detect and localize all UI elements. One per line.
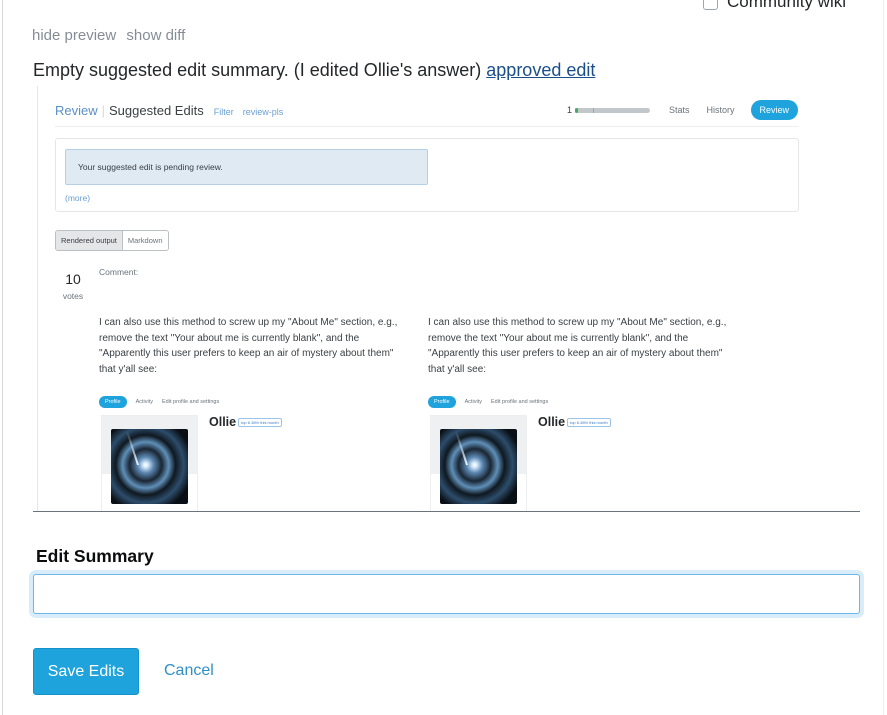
username: Ollie <box>209 415 237 429</box>
summary-text: Empty suggested edit summary. (I edited … <box>33 60 487 80</box>
cancel-link[interactable]: Cancel <box>164 662 214 680</box>
vote-number: 10 <box>65 271 81 287</box>
activity-tab: Activity <box>135 399 154 405</box>
markdown-tab: Markdown <box>122 231 168 250</box>
profile-name: Ollie top 6.38% this month <box>538 415 611 429</box>
screenshot-left-edge <box>37 86 38 512</box>
show-diff-link[interactable]: show diff <box>126 27 185 44</box>
avatar-image <box>440 429 517 504</box>
avatar-image <box>111 429 188 504</box>
answer-body: I can also use this method to screw up m… <box>99 317 398 375</box>
pending-notice: Your suggested edit is pending review. <box>65 149 428 185</box>
username: Ollie <box>538 415 566 429</box>
header-divider <box>55 126 799 127</box>
profile-tab: Profile <box>428 396 456 408</box>
breadcrumb-separator: | <box>101 103 106 118</box>
review-breadcrumb: Review <box>55 103 98 118</box>
community-wiki-checkbox[interactable]: Community wiki <box>703 0 846 12</box>
profile-card: Ollie top 6.38% this month <box>428 415 738 512</box>
vote-label: votes <box>62 291 84 301</box>
left-border <box>2 0 3 715</box>
more-link: (more) <box>65 193 91 203</box>
profile-nav: Profile Activity Edit profile and settin… <box>99 396 409 408</box>
review-toolbar: 1 Stats History Review <box>567 100 799 120</box>
preview-links: hide preview show diff <box>32 27 191 44</box>
edit-summary-label: Edit Summary <box>36 546 154 566</box>
review-progress-bar <box>575 107 651 113</box>
save-edits-button[interactable]: Save Edits <box>33 648 139 695</box>
community-wiki-label: Community wiki <box>727 0 847 11</box>
activity-tab: Activity <box>464 399 483 405</box>
embedded-screenshot: Review | Suggested Edits Filter review-p… <box>37 86 860 512</box>
comment-label: Comment: <box>99 267 139 277</box>
vote-count: 10 votes <box>59 271 87 301</box>
diff-column-before: I can also use this method to screw up m… <box>99 315 409 512</box>
review-progress-fill <box>575 107 579 113</box>
diff-column-after: I can also use this method to screw up m… <box>428 315 738 512</box>
profile-card: Ollie top 6.38% this month <box>99 415 409 512</box>
profile-tab: Profile <box>99 396 127 408</box>
preview-divider <box>33 511 860 512</box>
rank-badge: top 6.38% this month <box>567 417 611 427</box>
hide-preview-link[interactable]: hide preview <box>32 27 116 44</box>
settings-tab: Edit profile and settings <box>491 399 549 405</box>
preview-summary: Empty suggested edit summary. (I edited … <box>33 60 595 81</box>
settings-tab: Edit profile and settings <box>162 399 220 405</box>
review-header: Review | Suggested Edits Filter review-p… <box>55 103 283 118</box>
checkbox-icon[interactable] <box>703 0 718 10</box>
review-count: 1 <box>567 105 573 115</box>
right-border <box>883 0 884 715</box>
progress-marker <box>593 107 595 113</box>
filter-link: Filter <box>213 107 234 117</box>
approved-edit-link[interactable]: approved edit <box>486 60 595 80</box>
history-tab: History <box>706 105 735 115</box>
profile-nav: Profile Activity Edit profile and settin… <box>428 396 738 408</box>
review-tab-active: Review <box>750 100 799 120</box>
rendered-output-tab: Rendered output <box>56 231 123 250</box>
notice-card: Your suggested edit is pending review. (… <box>55 138 799 212</box>
review-queue-title: Suggested Edits <box>109 103 204 118</box>
answer-body: I can also use this method to screw up m… <box>428 317 727 375</box>
rank-badge: top 6.38% this month <box>238 417 282 427</box>
edit-summary-input[interactable] <box>33 574 860 614</box>
profile-name: Ollie top 6.38% this month <box>209 415 282 429</box>
filter-tag: review-pls <box>242 107 284 117</box>
output-tabs: Rendered output Markdown <box>55 230 169 251</box>
stats-tab: Stats <box>669 105 690 115</box>
